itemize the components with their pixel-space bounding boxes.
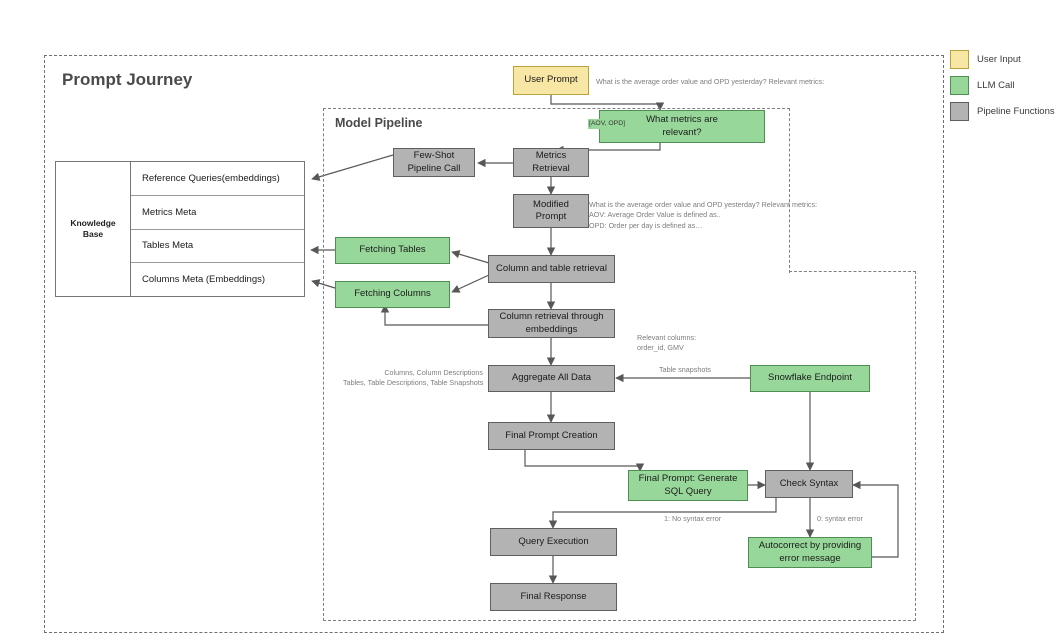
- annotation-table-snapshots: Table snapshots: [659, 365, 711, 374]
- node-user-prompt[interactable]: User Prompt: [513, 66, 589, 95]
- node-snowflake-endpoint[interactable]: Snowflake Endpoint: [750, 365, 870, 392]
- legend-item-llm-call: LLM Call: [950, 76, 1055, 95]
- page-title: Prompt Journey: [62, 70, 193, 89]
- node-aggregate-all-data[interactable]: Aggregate All Data: [488, 365, 615, 392]
- legend-swatch-user-input: [950, 50, 969, 69]
- knowledge-base-label: Knowledge Base: [56, 162, 131, 296]
- annotation-user-prompt-text: What is the average order value and OPD …: [596, 77, 825, 86]
- legend-item-user-input: User Input: [950, 50, 1055, 69]
- node-final-prompt-creation[interactable]: Final Prompt Creation: [488, 422, 615, 450]
- node-final-prompt-generate-sql-query[interactable]: Final Prompt: Generate SQL Query: [628, 470, 748, 501]
- legend: User Input LLM Call Pipeline Functions: [950, 50, 1055, 128]
- legend-swatch-llm-call: [950, 76, 969, 95]
- kb-row-metrics-meta: Metrics Meta: [131, 196, 304, 230]
- model-pipeline-container-bottom: [323, 271, 916, 621]
- node-column-and-table-retrieval[interactable]: Column and table retrieval: [488, 255, 615, 283]
- node-modified-prompt[interactable]: Modified Prompt: [513, 194, 589, 228]
- annotation-no-syntax-error: 1: No syntax error: [664, 514, 722, 523]
- legend-label-pipeline-functions: Pipeline Functions: [977, 106, 1055, 117]
- node-fetching-columns[interactable]: Fetching Columns: [335, 281, 450, 308]
- node-column-retrieval-through-embeddings[interactable]: Column retrieval through embeddings: [488, 309, 615, 338]
- node-metrics-retrieval[interactable]: Metrics Retrieval: [513, 148, 589, 177]
- node-few-shot-pipeline-call[interactable]: Few-Shot Pipeline Call: [393, 148, 475, 177]
- annotation-aggregate-inputs: Columns, Column Descriptions Tables, Tabl…: [343, 368, 484, 388]
- legend-swatch-pipeline-functions: [950, 102, 969, 121]
- node-query-execution[interactable]: Query Execution: [490, 528, 617, 556]
- legend-item-pipeline-functions: Pipeline Functions: [950, 102, 1055, 121]
- node-final-response[interactable]: Final Response: [490, 583, 617, 611]
- legend-label-llm-call: LLM Call: [977, 80, 1015, 91]
- node-autocorrect-by-providing-error-message[interactable]: Autocorrect by providing error message: [748, 537, 872, 568]
- model-pipeline-title: Model Pipeline: [335, 116, 423, 130]
- knowledge-base-table: Knowledge Base Reference Queries(embeddin…: [55, 161, 305, 297]
- node-check-syntax[interactable]: Check Syntax: [765, 470, 853, 498]
- kb-row-columns-meta: Columns Meta (Embeddings): [142, 274, 266, 286]
- annotation-aov-opd-tag: [AOV, OPD]: [588, 119, 627, 129]
- kb-row-tables-meta: Tables Meta: [131, 230, 304, 264]
- node-fetching-tables[interactable]: Fetching Tables: [335, 237, 450, 264]
- legend-label-user-input: User Input: [977, 54, 1021, 65]
- annotation-relevant-columns: Relevant columns: order_id, GMV: [637, 333, 697, 353]
- annotation-syntax-error: 0: syntax error: [817, 514, 863, 523]
- kb-row-reference-queries: Reference Queries(embeddings): [131, 162, 304, 196]
- annotation-modified-prompt-text: What is the average order value and OPD …: [589, 200, 818, 230]
